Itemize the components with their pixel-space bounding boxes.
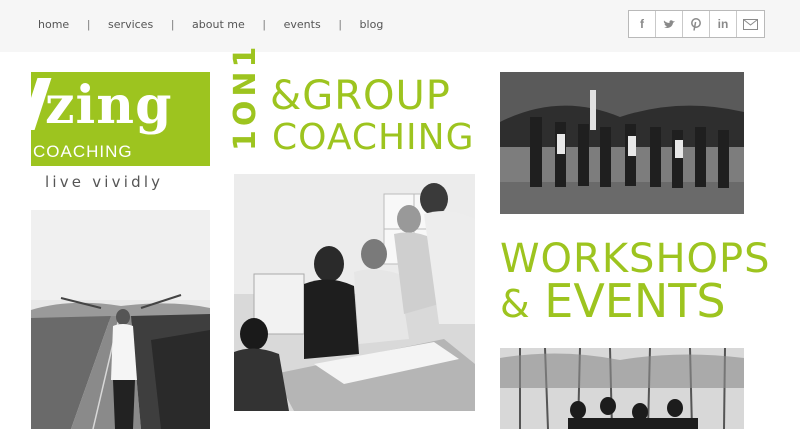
twitter-icon[interactable] bbox=[656, 11, 683, 37]
social-links: f in bbox=[628, 10, 765, 38]
email-icon[interactable] bbox=[737, 11, 764, 37]
events-heading[interactable]: & EVENTS bbox=[500, 277, 726, 328]
pinterest-icon[interactable] bbox=[683, 11, 710, 37]
brand-logo[interactable]: zing COACHING bbox=[31, 72, 210, 166]
workshop-photo[interactable] bbox=[500, 348, 744, 429]
events-word: EVENTS bbox=[544, 274, 726, 328]
email-icon-glyph bbox=[743, 18, 758, 30]
nav-events[interactable]: events bbox=[284, 18, 321, 31]
nav-separator: | bbox=[262, 18, 266, 31]
road-photo-image bbox=[31, 210, 210, 429]
nav-separator: | bbox=[171, 18, 175, 31]
main-nav: home | services | about me | events | bl… bbox=[38, 18, 383, 31]
meeting-photo[interactable] bbox=[234, 174, 475, 411]
one-on-one-heading[interactable]: 1ON1 bbox=[228, 43, 263, 151]
facebook-icon[interactable]: f bbox=[629, 11, 656, 37]
pinterest-icon-glyph bbox=[691, 17, 701, 31]
road-photo[interactable] bbox=[31, 210, 210, 429]
facebook-icon-glyph: f bbox=[640, 17, 644, 31]
group-coaching-heading[interactable]: &GROUP bbox=[270, 74, 451, 118]
nav-blog[interactable]: blog bbox=[360, 18, 384, 31]
nav-home[interactable]: home bbox=[38, 18, 69, 31]
coaching-word[interactable]: COACHING bbox=[272, 118, 474, 158]
ampersand: & bbox=[270, 73, 303, 119]
nav-separator: | bbox=[87, 18, 91, 31]
linkedin-icon[interactable]: in bbox=[710, 11, 737, 37]
linkedin-icon-glyph: in bbox=[717, 17, 729, 31]
twitter-icon-glyph bbox=[663, 19, 675, 28]
logo-word: zing bbox=[45, 75, 173, 136]
tagline: live vividly bbox=[45, 173, 164, 191]
nav-services[interactable]: services bbox=[108, 18, 153, 31]
group-word: GROUP bbox=[302, 73, 451, 119]
group-photo-image bbox=[500, 72, 744, 214]
nav-about-me[interactable]: about me bbox=[192, 18, 245, 31]
workshop-photo-image bbox=[500, 348, 744, 429]
group-photo[interactable] bbox=[500, 72, 744, 214]
logo-subtitle: COACHING bbox=[33, 142, 133, 161]
nav-separator: | bbox=[338, 18, 342, 31]
meeting-photo-image bbox=[234, 174, 475, 411]
ampersand: & bbox=[500, 282, 530, 326]
